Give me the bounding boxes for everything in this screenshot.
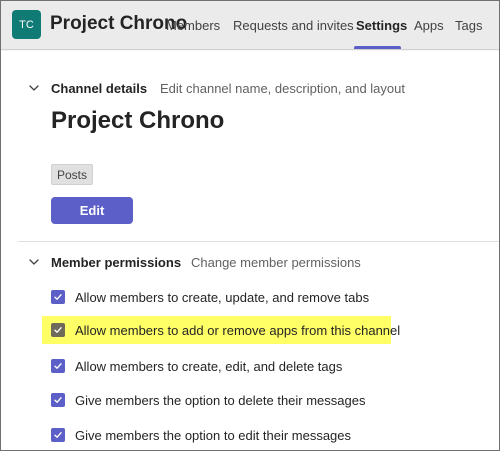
team-avatar[interactable]: TC — [12, 10, 41, 39]
permission-label: Allow members to create, edit, and delet… — [75, 358, 343, 374]
tab-tags[interactable]: Tags — [455, 18, 482, 33]
permission-row[interactable]: Allow members to create, edit, and delet… — [51, 357, 342, 375]
permission-row[interactable]: Allow members to create, update, and rem… — [51, 288, 369, 306]
tab-settings[interactable]: Settings — [356, 18, 407, 33]
permission-label: Allow members to create, update, and rem… — [75, 289, 370, 305]
checkmark-icon — [54, 363, 62, 369]
member-permissions-description: Change member permissions — [191, 255, 361, 270]
active-tab-indicator — [354, 46, 401, 49]
tab-members[interactable]: Members — [166, 18, 220, 33]
checkmark-icon — [54, 432, 62, 438]
chevron-down-icon[interactable] — [27, 255, 41, 269]
checkmark-icon — [54, 397, 62, 403]
checkmark-icon — [54, 294, 62, 300]
checkmark-icon — [54, 327, 62, 333]
checkbox[interactable] — [51, 323, 65, 337]
tab-requests-and-invites[interactable]: Requests and invites — [233, 18, 354, 33]
permission-row[interactable]: Allow members to add or remove apps from… — [51, 321, 400, 339]
checkbox[interactable] — [51, 359, 65, 373]
channel-name: Project Chrono — [51, 107, 225, 134]
edit-button[interactable]: Edit — [51, 197, 133, 224]
channel-details-description: Edit channel name, description, and layo… — [160, 81, 405, 96]
channel-details-heading[interactable]: Channel details — [51, 81, 147, 96]
checkbox[interactable] — [51, 290, 65, 304]
checkbox[interactable] — [51, 393, 65, 407]
tab-apps[interactable]: Apps — [414, 18, 444, 33]
section-divider — [18, 241, 499, 242]
posts-tag: Posts — [51, 164, 93, 185]
team-header: TC Project Chrono Members Requests and i… — [1, 1, 499, 50]
permission-row[interactable]: Give members the option to delete their … — [51, 391, 365, 409]
checkbox[interactable] — [51, 428, 65, 442]
member-permissions-heading[interactable]: Member permissions — [51, 255, 181, 270]
permission-label: Give members the option to edit their me… — [75, 427, 352, 443]
chevron-down-icon[interactable] — [27, 81, 41, 95]
permission-label: Give members the option to delete their … — [75, 392, 366, 408]
permission-label: Allow members to add or remove apps from… — [75, 322, 401, 338]
permission-row[interactable]: Give members the option to edit their me… — [51, 426, 351, 444]
